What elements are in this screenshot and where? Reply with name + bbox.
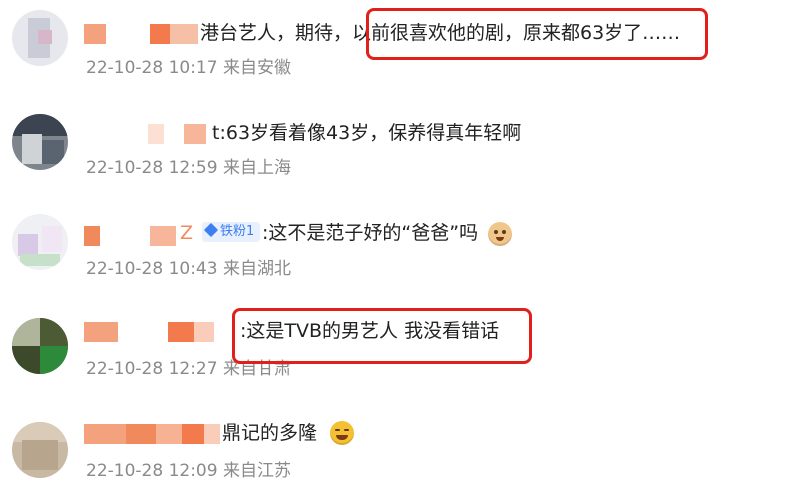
comment-text: 鼎记的多隆: [222, 422, 318, 444]
fan-badge[interactable]: 铁粉1: [202, 222, 261, 242]
avatar[interactable]: [12, 318, 68, 374]
username-tail[interactable]: Z: [180, 220, 193, 246]
laughing-tears-icon: [330, 421, 354, 445]
comment-meta: 22-10-28 12:09 来自江苏: [86, 461, 291, 481]
username-mosaic[interactable]: [84, 124, 214, 144]
username-mosaic[interactable]: [84, 226, 214, 246]
fan-badge-label: 铁粉1: [220, 224, 255, 239]
diamond-icon: [203, 222, 219, 238]
comment-meta: 22-10-28 10:17 来自安徽: [86, 58, 291, 78]
username-mosaic[interactable]: [84, 424, 224, 444]
comment-meta: 22-10-28 10:43 来自湖北: [86, 259, 291, 279]
avatar[interactable]: [12, 214, 68, 270]
avatar[interactable]: [12, 422, 68, 478]
highlight-box: [232, 308, 532, 364]
avatar[interactable]: [12, 10, 68, 66]
comment-text: :这不是范子妤的“爸爸”吗: [262, 222, 479, 244]
doge-icon: [488, 222, 512, 246]
username-mosaic[interactable]: [84, 322, 214, 342]
username-mosaic[interactable]: [84, 24, 214, 44]
comment-meta: 22-10-28 12:59 来自上海: [86, 158, 291, 178]
highlight-box: [366, 8, 708, 60]
avatar[interactable]: [12, 114, 68, 170]
comment-text: t:63岁看着像43岁，保养得真年轻啊: [212, 122, 522, 144]
